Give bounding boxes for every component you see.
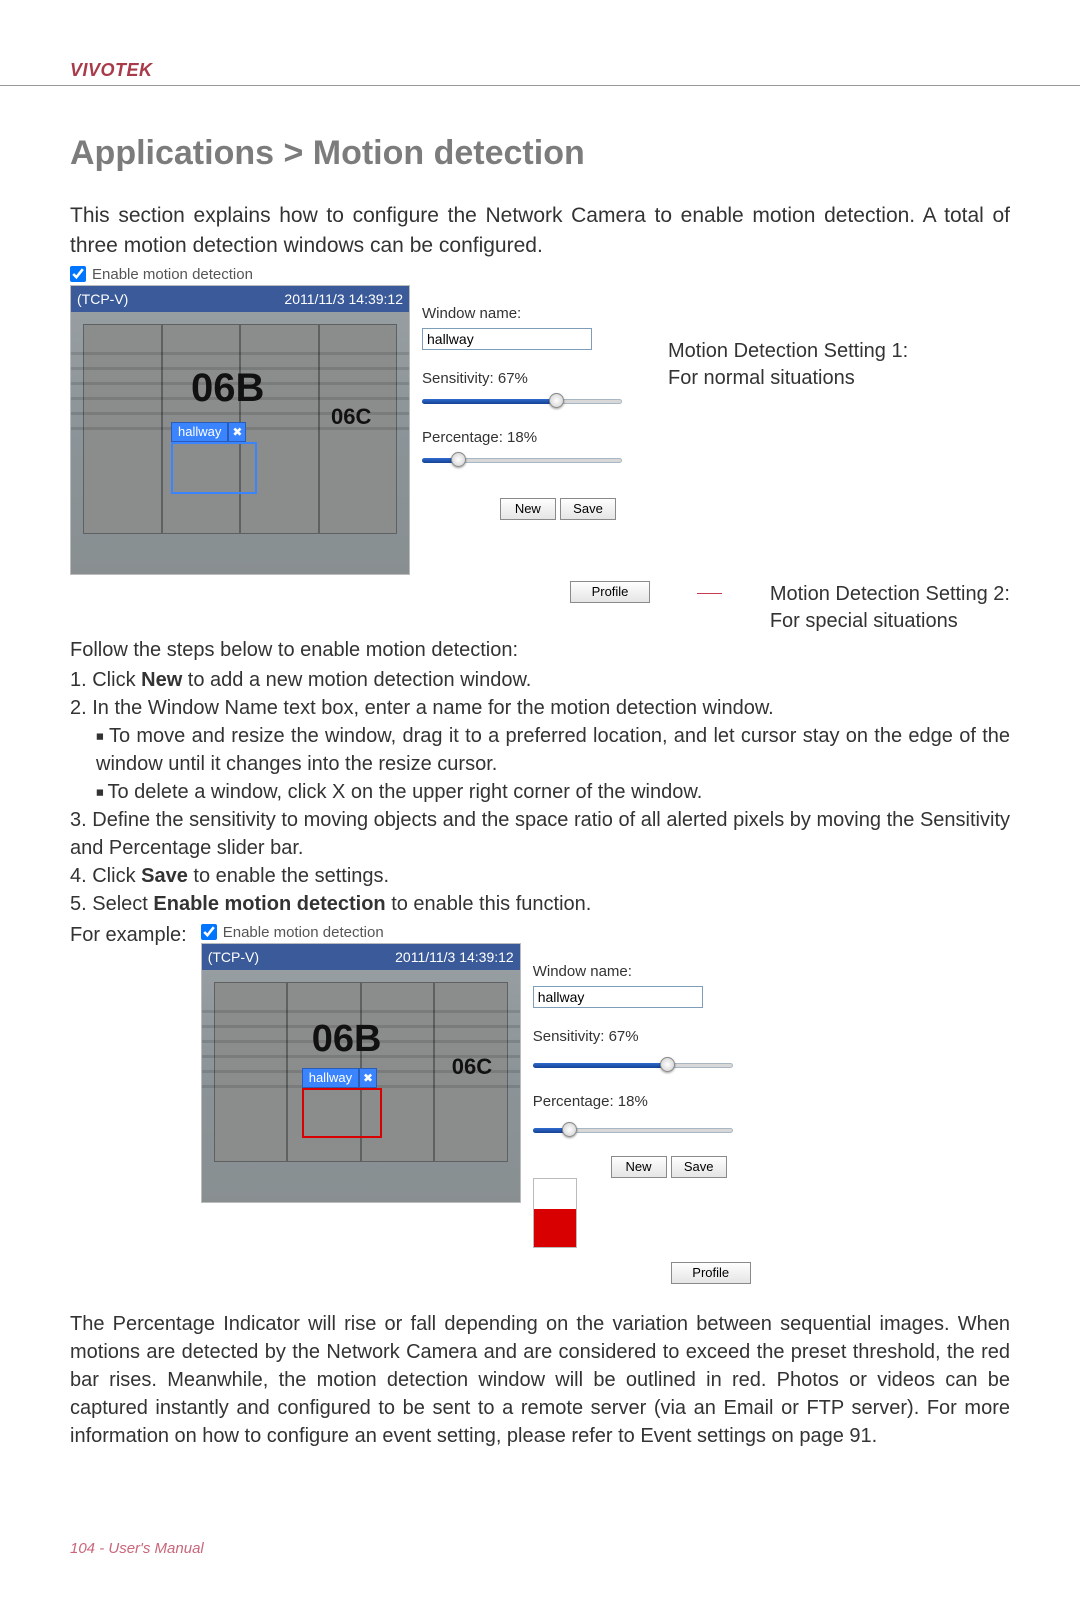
building-unit-a-2: 06B: [312, 1018, 382, 1061]
percentage-slider[interactable]: [422, 452, 622, 468]
sensitivity-label: Sensitivity: 67%: [422, 370, 634, 387]
window-name-input-2[interactable]: [533, 986, 703, 1008]
close-icon[interactable]: ✖: [228, 422, 246, 442]
note2-desc: For special situations: [770, 608, 1010, 635]
footer: 104 - User's Manual: [70, 1540, 1010, 1557]
camera-timestamp: 2011/11/3 14:39:12: [284, 291, 403, 307]
percentage-label: Percentage: 18%: [422, 429, 634, 446]
percentage-slider-2[interactable]: [533, 1122, 733, 1138]
enable-motion-checkbox-2[interactable]: [201, 924, 217, 940]
sensitivity-slider[interactable]: [422, 393, 622, 409]
step-5: 5. Select Enable motion detection to ena…: [70, 890, 1010, 918]
profile-button-2[interactable]: Profile: [671, 1262, 751, 1284]
close-icon-2[interactable]: ✖: [359, 1068, 377, 1088]
step-2b: ■ To delete a window, click X on the upp…: [70, 778, 1010, 806]
camera-source-2: (TCP-V): [208, 949, 259, 965]
example-label: For example:: [70, 924, 187, 947]
md-window-tag-2: hallway: [302, 1068, 359, 1088]
step-2: 2. In the Window Name text box, enter a …: [70, 694, 1010, 722]
percentage-label-2: Percentage: 18%: [533, 1093, 745, 1110]
new-button[interactable]: New: [500, 498, 556, 520]
step-4: 4. Click Save to enable the settings.: [70, 862, 1010, 890]
sensitivity-slider-2[interactable]: [533, 1057, 733, 1073]
brand: VIVOTEK: [70, 60, 1010, 81]
intro-paragraph: This section explains how to configure t…: [70, 201, 1010, 262]
enable-motion-checkbox[interactable]: [70, 266, 86, 282]
md-window-tag: hallway: [171, 422, 228, 442]
new-button-2[interactable]: New: [611, 1156, 667, 1178]
percentage-indicator: [533, 1178, 577, 1248]
enable-motion-label: Enable motion detection: [92, 266, 253, 283]
connector-line: [697, 593, 722, 594]
save-button[interactable]: Save: [560, 498, 616, 520]
note1-title: Motion Detection Setting 1:: [668, 338, 908, 365]
window-name-label: Window name:: [422, 305, 634, 322]
step-3: 3. Define the sensitivity to moving obje…: [70, 806, 1010, 862]
step-2a: ■ To move and resize the window, drag it…: [70, 722, 1010, 778]
camera-source: (TCP-V): [77, 291, 128, 307]
follow-text: Follow the steps below to enable motion …: [70, 639, 1010, 662]
header-rule: [0, 85, 1080, 86]
window-name-input[interactable]: [422, 328, 592, 350]
step-1: 1. Click New to add a new motion detecti…: [70, 666, 1010, 694]
window-name-label-2: Window name:: [533, 963, 745, 980]
explanation-paragraph: The Percentage Indicator will rise or fa…: [70, 1310, 1010, 1450]
page-heading: Applications > Motion detection: [70, 134, 1010, 173]
building-unit-b: 06C: [331, 404, 371, 430]
note1-desc: For normal situations: [668, 365, 908, 392]
note2-title: Motion Detection Setting 2:: [770, 581, 1010, 608]
camera-timestamp-2: 2011/11/3 14:39:12: [395, 949, 514, 965]
camera-preview: (TCP-V) 2011/11/3 14:39:12 06B 06C: [70, 285, 410, 575]
building-unit-a: 06B: [191, 366, 264, 411]
enable-motion-label-2: Enable motion detection: [223, 924, 384, 941]
sensitivity-label-2: Sensitivity: 67%: [533, 1028, 745, 1045]
profile-button-1[interactable]: Profile: [570, 581, 650, 603]
building-unit-b-2: 06C: [452, 1054, 492, 1080]
camera-preview-2: (TCP-V) 2011/11/3 14:39:12 06B 06C: [201, 943, 521, 1203]
save-button-2[interactable]: Save: [671, 1156, 727, 1178]
